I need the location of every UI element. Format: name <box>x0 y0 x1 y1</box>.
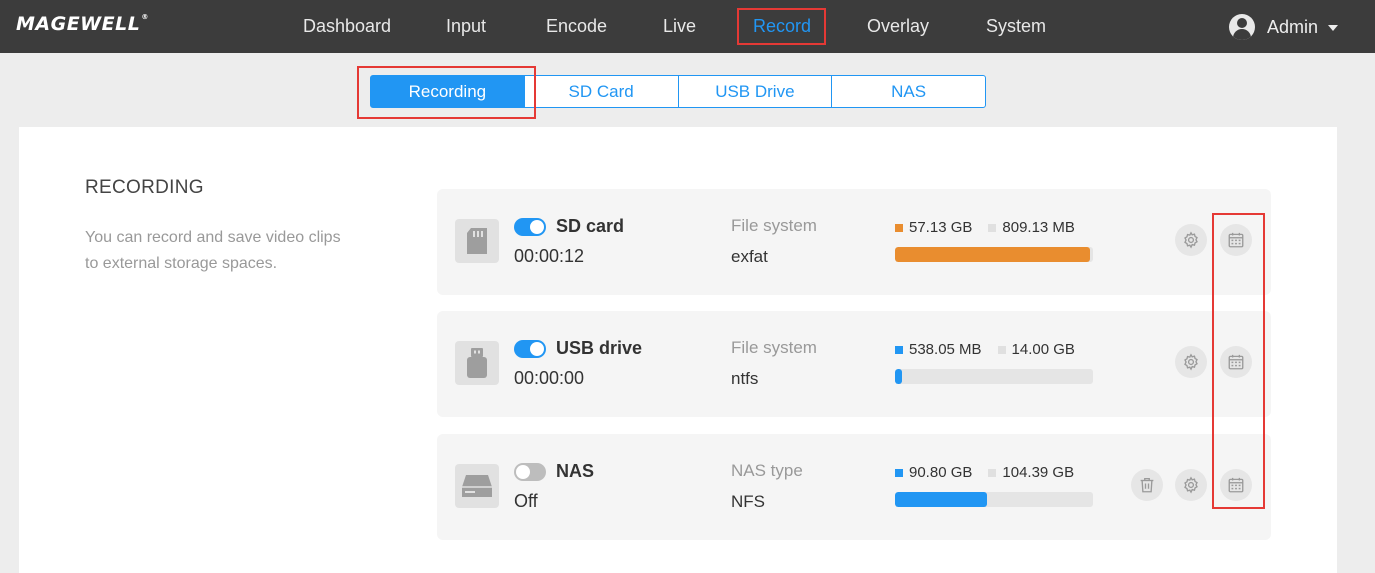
delete-trash-icon[interactable] <box>1131 469 1163 501</box>
caret-down-icon <box>1328 25 1339 31</box>
nav-encode[interactable]: Encode <box>546 15 607 37</box>
storage-usage-bar <box>895 247 1093 262</box>
settings-gear-icon[interactable] <box>1175 224 1207 256</box>
usb-drive-record-toggle[interactable] <box>514 340 546 358</box>
recording-tab-highlight-box <box>357 66 536 119</box>
tab-nas[interactable]: NAS <box>832 76 985 107</box>
device-card-usb-drive: USB drive 00:00:00 File system ntfs 538.… <box>437 311 1271 417</box>
device-name: USB drive <box>556 338 643 358</box>
free-space: 104.39 GB <box>1002 464 1075 481</box>
usb-drive-icon <box>455 341 499 385</box>
settings-gear-icon[interactable] <box>1175 469 1207 501</box>
nav-live[interactable]: Live <box>663 15 696 37</box>
section-title: RECORDING <box>85 177 204 198</box>
free-swatch <box>997 345 1006 354</box>
settings-gear-icon[interactable] <box>1175 346 1207 378</box>
used-space: 90.80 GB <box>909 464 973 481</box>
user-name: Admin <box>1267 16 1319 37</box>
storage-usage-fill <box>895 492 988 507</box>
device-status: Off <box>514 491 538 511</box>
top-navbar: MAGEWELL® Dashboard Input Encode Live Re… <box>0 0 1375 53</box>
storage-usage-fill <box>895 247 1091 262</box>
file-system-label: File system <box>731 216 817 235</box>
magewell-logo[interactable]: MAGEWELL® <box>16 13 149 35</box>
tab-usb-drive[interactable]: USB Drive <box>679 76 833 107</box>
used-space: 57.13 GB <box>909 219 973 236</box>
user-avatar-icon <box>1229 14 1255 40</box>
free-space: 809.13 MB <box>1002 219 1075 236</box>
device-card-sd-card: SD card 00:00:12 File system exfat 57.13… <box>437 189 1271 295</box>
logo-text: MAGEWELL <box>16 13 141 35</box>
nav-dashboard[interactable]: Dashboard <box>303 15 391 37</box>
file-system-value: ntfs <box>731 369 759 388</box>
section-description: You can record and save video clips to e… <box>85 229 341 272</box>
nav-system[interactable]: System <box>986 15 1046 37</box>
device-name: NAS <box>556 461 595 481</box>
tab-sd-card[interactable]: SD Card <box>525 76 679 107</box>
recording-duration: 00:00:12 <box>514 246 585 266</box>
storage-legend: 90.80 GB 104.39 GB <box>895 464 1074 481</box>
sd-card-icon <box>455 219 499 263</box>
nas-record-toggle[interactable] <box>514 463 546 481</box>
storage-usage-fill <box>895 369 903 384</box>
free-swatch <box>988 223 997 232</box>
nav-input[interactable]: Input <box>446 15 486 37</box>
recording-panel: RECORDING You can record and save video … <box>19 127 1337 573</box>
nav-overlay[interactable]: Overlay <box>867 15 929 37</box>
used-space: 538.05 MB <box>909 341 982 358</box>
file-system-value: exfat <box>731 247 768 266</box>
recording-duration: 00:00:00 <box>514 368 585 388</box>
used-swatch <box>895 468 903 477</box>
device-card-nas: NAS Off NAS type NFS 90.80 GB 104.39 GB <box>437 434 1271 540</box>
used-swatch <box>895 345 903 354</box>
used-swatch <box>895 223 903 232</box>
schedule-buttons-highlight-box <box>1212 213 1265 509</box>
file-system-label: File system <box>731 338 817 357</box>
registered-mark: ® <box>141 13 149 21</box>
nas-drive-icon <box>455 464 499 508</box>
storage-usage-bar <box>895 369 1093 384</box>
record-highlight-box <box>737 8 826 45</box>
sd-card-record-toggle[interactable] <box>514 218 546 236</box>
nas-type-label: NAS type <box>731 461 803 480</box>
nas-type-value: NFS <box>731 492 765 511</box>
user-menu[interactable]: Admin <box>1229 14 1339 40</box>
storage-legend: 57.13 GB 809.13 MB <box>895 219 1075 236</box>
free-swatch <box>988 468 997 477</box>
storage-usage-bar <box>895 492 1093 507</box>
free-space: 14.00 GB <box>1011 341 1075 358</box>
device-name: SD card <box>556 216 625 236</box>
storage-legend: 538.05 MB 14.00 GB <box>895 341 1075 358</box>
